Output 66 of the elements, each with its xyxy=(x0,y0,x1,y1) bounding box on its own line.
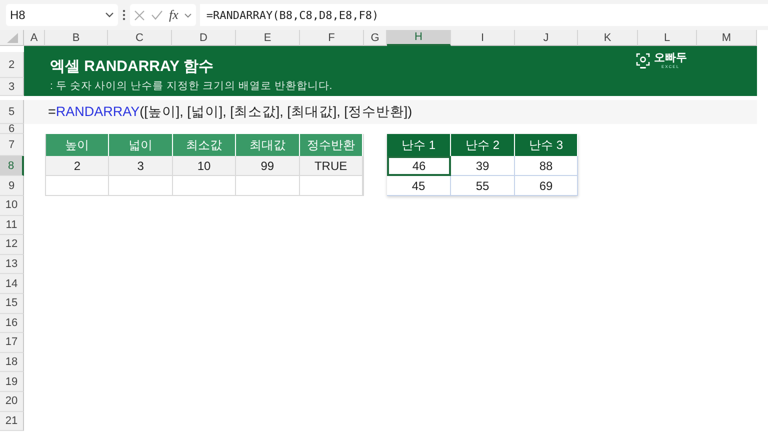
row-header[interactable]: 8 xyxy=(0,156,24,176)
name-box[interactable]: H8 xyxy=(6,4,118,26)
check-icon[interactable] xyxy=(151,10,163,20)
table-cell: 2 xyxy=(46,156,110,176)
column-heading: 정수반환 xyxy=(300,134,363,156)
row-header[interactable]: 16 xyxy=(0,314,24,334)
logo-icon xyxy=(636,52,650,68)
formula-field[interactable]: =RANDARRAY(B8,C8,D8,E8,F8) xyxy=(200,4,768,26)
column-header[interactable]: F xyxy=(300,30,364,46)
table-cell: TRUE xyxy=(300,156,363,176)
column-header[interactable]: J xyxy=(515,30,578,46)
table-cell[interactable]: 46 xyxy=(387,156,451,176)
cancel-icon[interactable] xyxy=(134,10,145,20)
column-heading: 난수 3 xyxy=(515,134,578,156)
column-heading: 높이 xyxy=(46,134,110,156)
table-cell: 99 xyxy=(236,156,300,176)
column-header[interactable]: D xyxy=(172,30,236,46)
column-header[interactable]: G xyxy=(364,30,387,46)
cell-reference: H8 xyxy=(10,8,26,22)
column-heading: 넓이 xyxy=(109,134,173,156)
row-header[interactable]: 9 xyxy=(0,176,24,196)
column-header[interactable]: E xyxy=(236,30,300,46)
row-header[interactable]: 11 xyxy=(0,216,24,236)
row-header[interactable]: 21 xyxy=(0,412,24,432)
row-header[interactable]: 2 xyxy=(0,52,24,78)
row-header[interactable]: 6 xyxy=(0,124,24,134)
row-header[interactable]: 18 xyxy=(0,352,24,372)
row-header[interactable]: 15 xyxy=(0,294,24,314)
row-header[interactable]: 7 xyxy=(0,134,24,156)
column-header[interactable]: A xyxy=(24,30,45,46)
column-heading: 난수 2 xyxy=(451,134,515,156)
table-cell[interactable]: 55 xyxy=(451,176,515,196)
table-cell[interactable]: 69 xyxy=(515,176,578,196)
row-header[interactable]: 12 xyxy=(0,235,24,255)
syntax-text: =RANDARRAY([높이], [넓이], [최소값], [최대값], [정수반환]) xyxy=(48,103,412,121)
row-header[interactable]: 17 xyxy=(0,333,24,353)
sheet-title: 엑셀 RANDARRAY 함수 xyxy=(50,57,214,76)
row-header[interactable]: 5 xyxy=(0,100,24,124)
column-header[interactable]: B xyxy=(45,30,108,46)
chevron-down-icon[interactable] xyxy=(184,12,192,18)
row-header[interactable]: 3 xyxy=(0,78,24,96)
sheet-subtitle: : 두 숫자 사이의 난수를 지정한 크기의 배열로 반환합니다. xyxy=(50,79,332,93)
row-header[interactable]: 13 xyxy=(0,254,24,274)
column-header[interactable]: L xyxy=(638,30,697,46)
triangle-icon xyxy=(7,33,19,44)
column-heading: 난수 1 xyxy=(387,134,451,156)
table-cell: 3 xyxy=(109,156,173,176)
column-heading: 최소값 xyxy=(172,134,236,156)
table-cell[interactable]: 45 xyxy=(387,176,451,196)
table-cell[interactable]: 88 xyxy=(515,156,578,176)
table-cell: 10 xyxy=(172,156,236,176)
chevron-down-icon[interactable] xyxy=(105,12,114,18)
column-header[interactable]: H xyxy=(387,30,451,46)
column-header[interactable]: M xyxy=(697,30,757,46)
column-heading: 최대값 xyxy=(236,134,300,156)
more-options-icon[interactable] xyxy=(122,9,126,21)
row-header[interactable]: 19 xyxy=(0,372,24,392)
table-cell[interactable]: 39 xyxy=(451,156,515,176)
row-header[interactable]: 14 xyxy=(0,274,24,294)
logo-text: 오빠두 xyxy=(654,52,687,64)
row-header[interactable]: 10 xyxy=(0,196,24,216)
column-header[interactable]: C xyxy=(108,30,172,46)
row-header[interactable]: 20 xyxy=(0,392,24,412)
insert-function-button[interactable]: fx xyxy=(169,7,178,23)
column-header[interactable]: K xyxy=(578,30,638,46)
column-header[interactable]: I xyxy=(451,30,515,46)
